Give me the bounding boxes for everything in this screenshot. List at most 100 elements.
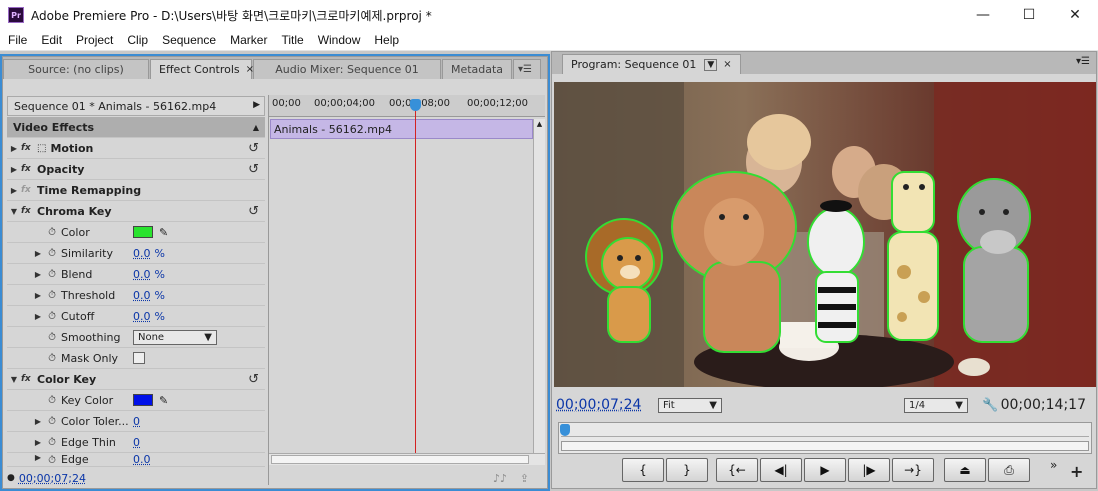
collapse-up-icon[interactable]: ▲ [253,123,259,132]
time-ruler[interactable]: 00;00 00;00;04;00 00;00;08;00 00;00;12;0… [269,95,545,117]
menu-clip[interactable]: Clip [119,33,154,47]
cutoff-value[interactable]: 0.0 [133,310,151,323]
stopwatch-icon[interactable]: ⏱ [45,309,59,323]
stopwatch-icon[interactable]: ⏱ [45,330,59,344]
menu-window[interactable]: Window [310,33,367,47]
tab-program[interactable]: Program: Sequence 01 ▼ × [562,54,741,74]
effect-row-color-key[interactable]: ▼ fx Color Key ↺ [7,369,265,390]
horizontal-scrollbar[interactable] [269,453,545,465]
program-current-timecode[interactable]: 00;00;07;24 [556,397,641,413]
fx-icon[interactable]: fx [21,164,37,174]
menu-edit[interactable]: Edit [33,33,68,47]
clip-bar[interactable]: Animals - 56162.mp4 [270,119,533,139]
motion-transform-icon[interactable]: ⬚ [37,143,46,154]
expand-icon[interactable]: ▶ [31,312,45,321]
edge-feather-value[interactable]: 0.0 [133,453,151,466]
reset-icon[interactable]: ↺ [248,162,259,177]
go-to-out-button[interactable]: →} [892,458,934,482]
mark-in-button[interactable]: { [622,458,664,482]
dropdown-arrow-icon[interactable]: ▼ [704,58,718,71]
smoothing-dropdown[interactable]: None ▼ [133,329,217,345]
collapse-icon[interactable]: ▼ [7,375,21,384]
stopwatch-icon[interactable]: ⏱ [45,453,59,466]
expand-icon[interactable]: ▶ [31,417,45,426]
step-back-button[interactable]: ◀| [760,458,802,482]
eyedropper-icon[interactable]: ✎ [159,394,168,407]
stopwatch-icon[interactable]: ⏱ [45,288,59,302]
vertical-scrollbar[interactable]: ▲ [533,119,545,455]
menu-file[interactable]: File [0,33,33,47]
tab-audio-mixer[interactable]: Audio Mixer: Sequence 01 [253,59,441,79]
color-tolerance-value[interactable]: 0 [133,415,140,428]
go-to-in-button[interactable]: {← [716,458,758,482]
stopwatch-icon[interactable]: ⏱ [45,267,59,281]
more-controls-icon[interactable]: » [1050,458,1057,472]
stopwatch-icon[interactable]: ⏱ [45,246,59,260]
program-time-ruler[interactable] [558,422,1092,454]
minimize-button[interactable]: — [960,0,1006,30]
effect-row-motion[interactable]: ▶ fx ⬚ Motion ↺ [7,138,265,159]
fx-icon[interactable]: fx [21,143,37,153]
reset-icon[interactable]: ↺ [248,372,259,387]
edge-thin-value[interactable]: 0 [133,436,140,449]
scrollbar-thumb[interactable] [271,455,529,464]
extract-button[interactable]: ⎙ [988,458,1030,482]
zoom-scrollbar[interactable] [561,441,1089,451]
reset-icon[interactable]: ↺ [248,141,259,156]
expand-icon[interactable]: ▶ [31,453,45,462]
panel-menu-icon[interactable]: ▾☰ [1076,56,1090,67]
close-tab-icon[interactable]: × [723,59,731,70]
effect-row-chroma-key[interactable]: ▼ fx Chroma Key ↺ [7,201,265,222]
panel-menu-icon[interactable]: ▾☰ [513,59,541,79]
effect-row-opacity[interactable]: ▶ fx Opacity ↺ [7,159,265,180]
audio-icon[interactable]: ♪♪ [493,472,507,485]
stopwatch-icon[interactable]: ⏱ [45,225,59,239]
expand-icon[interactable]: ▶ [31,291,45,300]
resolution-dropdown[interactable]: 1/4 ▼ [904,397,968,413]
current-timecode[interactable]: 00;00;07;24 [19,472,86,485]
menu-help[interactable]: Help [366,33,405,47]
expand-icon[interactable]: ▶ [7,186,21,195]
menu-marker[interactable]: Marker [222,33,273,47]
effect-timeline[interactable]: 00;00 00;00;04;00 00;00;08;00 00;00;12;0… [268,95,545,485]
reset-icon[interactable]: ↺ [248,204,259,219]
menu-project[interactable]: Project [68,33,119,47]
mark-out-button[interactable]: } [666,458,708,482]
program-video-frame[interactable] [554,82,1096,387]
tab-effect-controls[interactable]: Effect Controls × [150,59,254,79]
close-button[interactable]: ✕ [1052,0,1098,30]
fx-icon[interactable]: fx [21,374,37,384]
zoom-dropdown[interactable]: Fit ▼ [658,397,722,413]
fx-icon[interactable]: fx [21,206,37,216]
scroll-up-icon[interactable]: ▲ [535,120,544,130]
export-icon[interactable]: ⇪ [520,472,529,485]
stopwatch-icon[interactable]: ⏱ [45,435,59,449]
mask-only-checkbox[interactable] [133,352,145,364]
maximize-button[interactable]: ☐ [1006,0,1052,30]
stopwatch-icon[interactable]: ⏱ [45,393,59,407]
chroma-color-swatch[interactable] [133,226,153,238]
expand-icon[interactable]: ▶ [31,438,45,447]
eyedropper-icon[interactable]: ✎ [159,226,168,239]
play-button[interactable]: ▶ [804,458,846,482]
ruler-track[interactable] [561,423,1089,437]
collapse-icon[interactable]: ▼ [7,207,21,216]
step-forward-button[interactable]: |▶ [848,458,890,482]
effect-row-time-remapping[interactable]: ▶ fx Time Remapping [7,180,265,201]
blend-value[interactable]: 0.0 [133,268,151,281]
expand-icon[interactable]: ▶ [31,270,45,279]
tab-metadata[interactable]: Metadata [442,59,512,79]
similarity-value[interactable]: 0.0 [133,247,151,260]
wrench-icon[interactable]: 🔧 [982,398,998,413]
key-color-swatch[interactable] [133,394,153,406]
stopwatch-icon[interactable]: ⏱ [45,414,59,428]
expand-icon[interactable]: ▶ [7,165,21,174]
threshold-value[interactable]: 0.0 [133,289,151,302]
playhead-handle[interactable] [410,99,421,111]
tab-source[interactable]: Source: (no clips) [3,59,149,79]
lift-button[interactable]: ⏏ [944,458,986,482]
menu-sequence[interactable]: Sequence [154,33,222,47]
expand-icon[interactable]: ▶ [7,144,21,153]
expand-icon[interactable]: ▶ [31,249,45,258]
menu-title[interactable]: Title [273,33,309,47]
